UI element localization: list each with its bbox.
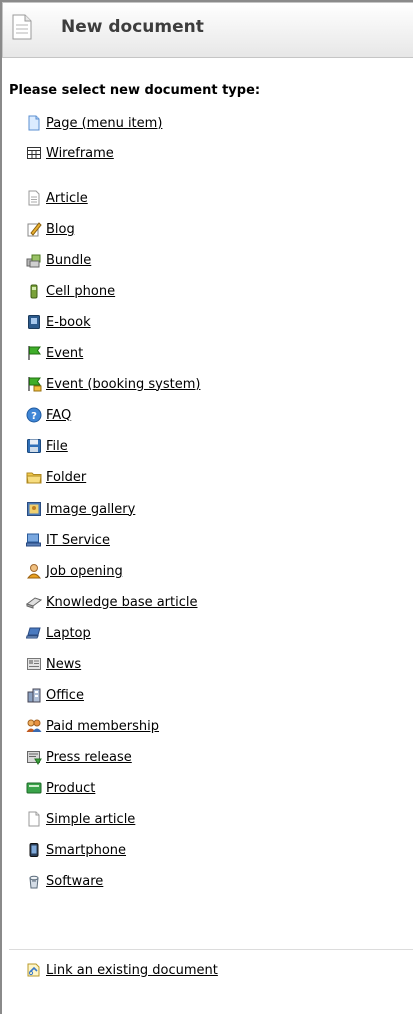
link-existing-document-label: Link an existing document (46, 962, 218, 978)
document-type-faq[interactable]: ? FAQ (26, 406, 71, 424)
document-type-label: IT Service (46, 532, 110, 548)
document-icon (12, 14, 32, 40)
document-type-bundle[interactable]: Bundle (26, 251, 91, 269)
document-type-label: Image gallery (46, 501, 136, 517)
document-type-press-release[interactable]: Press release (26, 748, 132, 766)
document-type-label: News (46, 656, 82, 672)
laptop-icon (26, 625, 42, 641)
document-type-label: Product (46, 780, 96, 796)
document-type-simple-article[interactable]: Simple article (26, 810, 135, 828)
document-type-label: Smartphone (46, 842, 127, 858)
document-type-product[interactable]: Product (26, 779, 95, 797)
event-booking-icon (26, 376, 42, 392)
document-type-file[interactable]: File (26, 437, 68, 455)
folder-icon (26, 469, 42, 485)
document-type-folder[interactable]: Folder (26, 468, 86, 486)
document-type-label: Blog (46, 221, 75, 237)
document-type-label: Article (46, 190, 88, 206)
dialog-title: New document (61, 17, 204, 37)
software-icon (26, 873, 42, 889)
document-type-label: Bundle (46, 252, 92, 268)
document-type-label: Event (booking system) (46, 376, 201, 392)
document-type-e-book[interactable]: E-book (26, 313, 91, 331)
document-type-label: Paid membership (46, 718, 160, 734)
link-document-icon (26, 962, 42, 978)
document-type-label: Folder (46, 469, 87, 485)
document-type-it-service[interactable]: IT Service (26, 531, 110, 549)
document-type-software[interactable]: Software (26, 872, 103, 890)
document-type-office[interactable]: Office (26, 686, 84, 704)
page-icon (26, 115, 42, 131)
document-type-paid-membership[interactable]: Paid membership (26, 717, 159, 735)
document-type-article[interactable]: Article (26, 189, 88, 207)
svg-text:?: ? (31, 411, 37, 422)
faq-icon: ? (26, 407, 42, 423)
document-type-image-gallery[interactable]: Image gallery (26, 500, 135, 518)
document-type-label: Office (46, 687, 84, 703)
document-type-label: Event (46, 345, 84, 361)
document-type-label: E-book (46, 314, 91, 330)
document-type-label: Press release (46, 749, 132, 765)
product-icon (26, 780, 42, 796)
job-opening-icon (26, 563, 42, 579)
image-gallery-icon (26, 501, 42, 517)
document-type-label: FAQ (46, 407, 72, 423)
document-type-label: Software (46, 873, 104, 889)
knowledge-base-icon (26, 594, 42, 610)
cell-phone-icon (26, 283, 42, 299)
bundle-icon (26, 252, 42, 268)
document-type-laptop[interactable]: Laptop (26, 624, 91, 642)
link-existing-document-link[interactable]: Link an existing document (26, 961, 218, 979)
paid-membership-icon (26, 718, 42, 734)
document-type-event-booking-system[interactable]: Event (booking system) (26, 375, 200, 393)
document-type-label: Job opening (46, 563, 123, 579)
document-type-smartphone[interactable]: Smartphone (26, 841, 126, 859)
office-icon (26, 687, 42, 703)
document-type-page-menu-item[interactable]: Page (menu item) (26, 114, 162, 132)
document-type-wireframe[interactable]: Wireframe (26, 144, 114, 162)
wireframe-icon (26, 145, 42, 161)
document-type-label: Cell phone (46, 283, 116, 299)
dialog-header: New document (2, 2, 413, 58)
document-type-cell-phone[interactable]: Cell phone (26, 282, 115, 300)
ebook-icon (26, 314, 42, 330)
document-type-knowledge-base-article[interactable]: Knowledge base article (26, 593, 198, 611)
document-type-label: Wireframe (46, 145, 114, 161)
document-type-event[interactable]: Event (26, 344, 83, 362)
it-service-icon (26, 532, 42, 548)
smartphone-icon (26, 842, 42, 858)
article-icon (26, 190, 42, 206)
event-flag-icon (26, 345, 42, 361)
press-release-icon (26, 749, 42, 765)
select-type-prompt: Please select new document type: (9, 83, 261, 98)
news-icon (26, 656, 42, 672)
footer-divider (9, 949, 413, 950)
simple-article-icon (26, 811, 42, 827)
file-icon (26, 438, 42, 454)
document-type-blog[interactable]: Blog (26, 220, 75, 238)
document-type-label: Knowledge base article (46, 594, 198, 610)
document-type-job-opening[interactable]: Job opening (26, 562, 123, 580)
blog-icon (26, 221, 42, 237)
document-type-label: Simple article (46, 811, 136, 827)
document-type-label: File (46, 438, 68, 454)
document-type-label: Page (menu item) (46, 115, 163, 131)
document-type-label: Laptop (46, 625, 91, 641)
document-type-news[interactable]: News (26, 655, 81, 673)
